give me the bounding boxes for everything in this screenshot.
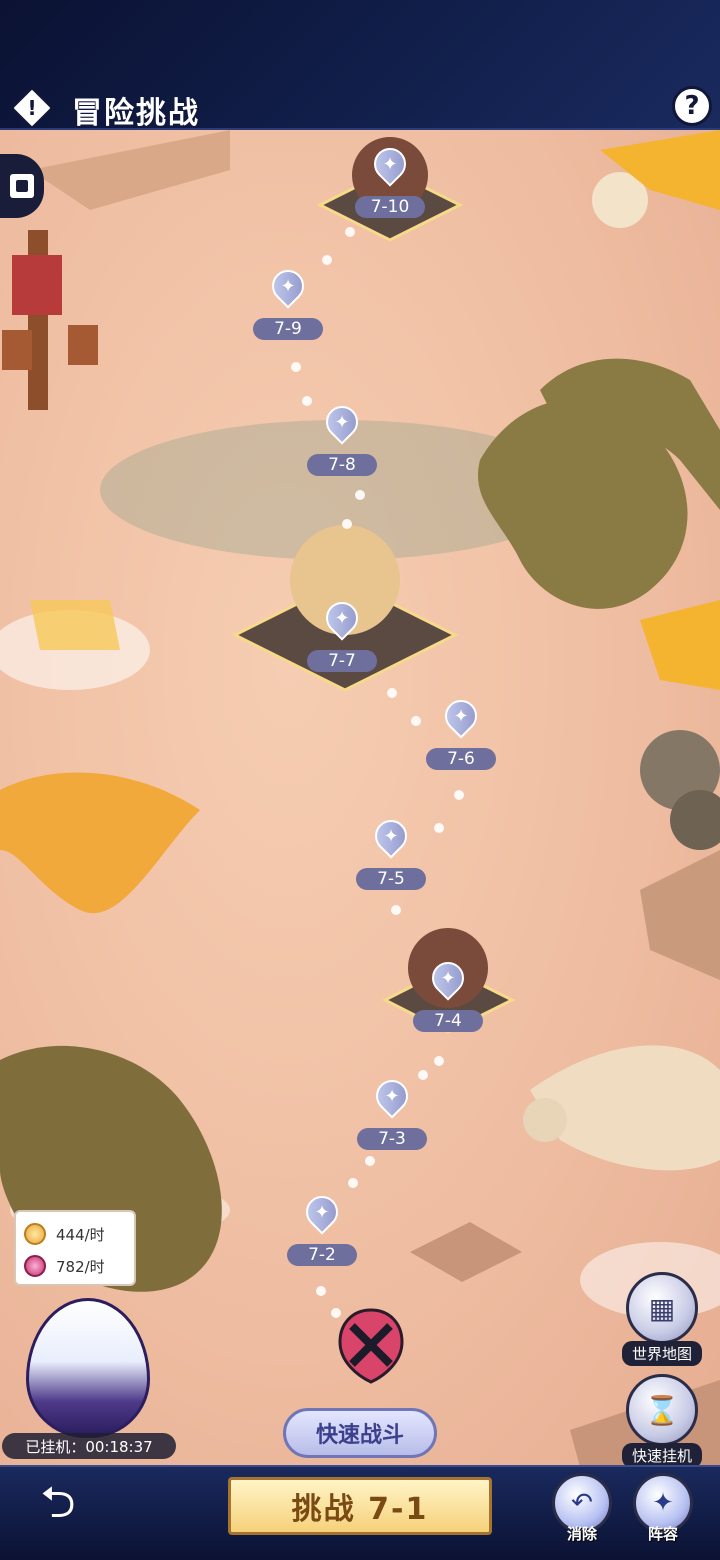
path-dot: [302, 396, 312, 406]
exp-orb-icon: [24, 1255, 46, 1277]
star-icon: ✦: [384, 1086, 400, 1107]
stage-node-7-9[interactable]: ✦ 7-9: [248, 263, 328, 340]
exp-income-row: 782/时: [24, 1250, 126, 1282]
top-header: ! 冒险挑战 ?: [0, 0, 720, 131]
stage-pin: ✦: [299, 1189, 345, 1240]
path-dot: [391, 905, 401, 915]
page-title: 冒险挑战: [72, 96, 200, 131]
stage-label: 7-5: [356, 868, 426, 890]
stage-node-7-8[interactable]: ✦ 7-8: [302, 399, 382, 476]
stage-label: 7-10: [355, 196, 425, 218]
world-map-label: 世界地图: [621, 1341, 702, 1366]
lineup-label: 阵容: [647, 1525, 678, 1543]
puzzle-icon: [10, 174, 34, 198]
afk-timer: 已挂机：00:18:37: [2, 1433, 176, 1459]
stage-pin: ✦: [367, 141, 413, 192]
income-panel: 444/时 782/时: [14, 1210, 136, 1286]
path-dot: [434, 823, 444, 833]
map-icon: ▦: [626, 1272, 698, 1344]
back-button[interactable]: ⮌: [30, 1477, 86, 1535]
gold-rate: 444/时: [56, 1225, 105, 1244]
star-icon: ✦: [440, 968, 456, 989]
stage-label: 7-6: [426, 748, 496, 770]
path-dot: [418, 1070, 428, 1080]
stage-node-7-4[interactable]: ✦ 7-4: [408, 955, 488, 1032]
star-icon: ✦: [334, 608, 350, 629]
path-dot: [316, 1286, 326, 1296]
stage-pin: ✦: [368, 813, 414, 864]
stage-pin: ✦: [265, 263, 311, 314]
path-dot: [387, 688, 397, 698]
stage-pin: ✦: [369, 1073, 415, 1124]
quick-afk-button[interactable]: ⌛ 快速挂机: [614, 1374, 710, 1468]
path-dot: [345, 227, 355, 237]
star-icon: ✦: [382, 154, 398, 175]
star-icon: ✦: [383, 826, 399, 847]
stage-pin: ✦: [438, 693, 484, 744]
stage-pin: ✦: [319, 595, 365, 646]
clear-label: 消除: [566, 1525, 597, 1543]
stage-node-7-7[interactable]: ✦ 7-7: [302, 595, 382, 672]
path-dot: [322, 255, 332, 265]
stage-label: 7-2: [287, 1244, 357, 1266]
info-button[interactable]: !: [9, 85, 55, 131]
challenge-button[interactable]: 挑战 7-1: [228, 1477, 492, 1535]
exclamation-icon: !: [27, 96, 37, 120]
stage-node-7-2[interactable]: ✦ 7-2: [282, 1189, 362, 1266]
stage-label: 7-9: [253, 318, 323, 340]
stage-label: 7-7: [307, 650, 377, 672]
star-icon: ✦: [453, 706, 469, 727]
help-button[interactable]: ?: [672, 86, 712, 126]
back-arrow-icon: ⮌: [40, 1476, 76, 1528]
stage-node-7-10[interactable]: ✦ 7-10: [350, 141, 430, 218]
path-dot: [411, 716, 421, 726]
hourglass-icon: ⌛: [626, 1374, 698, 1446]
path-dot: [348, 1178, 358, 1188]
path-dot: [342, 519, 352, 529]
gold-coin-icon: [24, 1223, 46, 1245]
path-dot: [355, 490, 365, 500]
world-map-button[interactable]: ▦ 世界地图: [614, 1272, 710, 1366]
path-dot: [365, 1156, 375, 1166]
stage-label: 7-8: [307, 454, 377, 476]
star-icon: ✦: [334, 412, 350, 433]
stage-pin: ✦: [319, 399, 365, 450]
stage-node-7-3[interactable]: ✦ 7-3: [352, 1073, 432, 1150]
path-dot: [291, 362, 301, 372]
star-icon: ✦: [314, 1202, 330, 1223]
stage-node-7-6[interactable]: ✦ 7-6: [421, 693, 501, 770]
path-dot: [454, 790, 464, 800]
stage-label: 7-3: [357, 1128, 427, 1150]
crossed-swords-icon: [338, 1308, 404, 1384]
stage-node-7-5[interactable]: ✦ 7-5: [351, 813, 431, 890]
bottom-bar: ⮌ 挑战 7-1 ↶ 消除 ✦ 阵容: [0, 1465, 720, 1560]
star-icon: ✦: [280, 276, 296, 297]
lineup-button[interactable]: ✦ 阵容: [628, 1473, 698, 1544]
quick-battle-button[interactable]: 快速战斗: [283, 1408, 437, 1458]
path-dot: [434, 1056, 444, 1066]
stage-label: 7-4: [413, 1010, 483, 1032]
exp-rate: 782/时: [56, 1257, 105, 1276]
stage-pin: ✦: [425, 955, 471, 1006]
gold-income-row: 444/时: [24, 1218, 126, 1250]
clear-button[interactable]: ↶ 消除: [547, 1473, 617, 1544]
current-stage-marker[interactable]: [332, 1306, 410, 1384]
